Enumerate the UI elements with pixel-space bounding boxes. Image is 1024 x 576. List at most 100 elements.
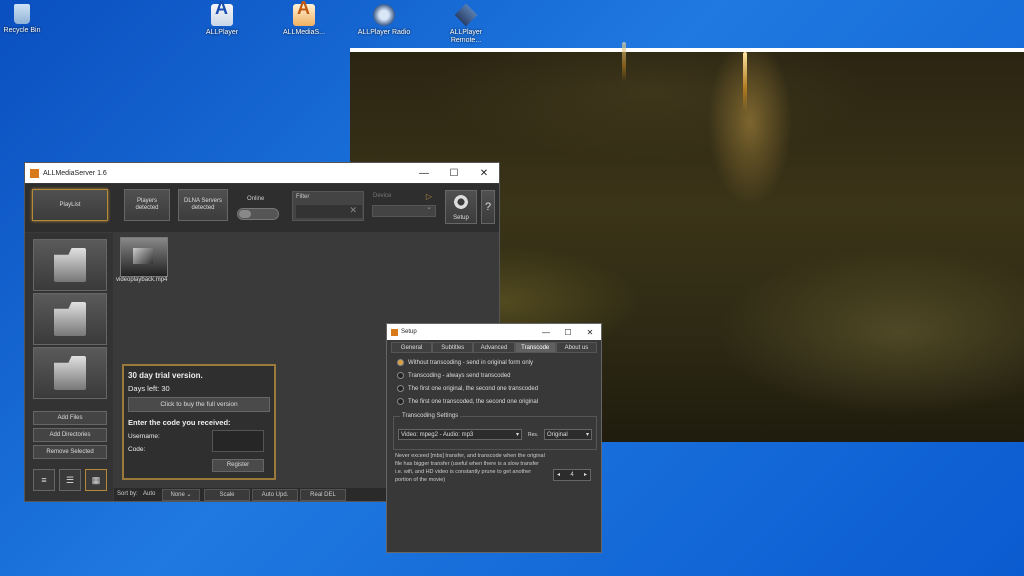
- dlna-servers-button[interactable]: DLNA Servers detected: [178, 189, 228, 221]
- transcode-option-none[interactable]: Without transcoding - send in original f…: [397, 359, 533, 366]
- sort-auto-value[interactable]: Auto: [143, 491, 155, 497]
- option-label: Without transcoding - send in original f…: [408, 360, 534, 367]
- transfer-limit-stepper[interactable]: ◂ 4 ▸: [553, 469, 591, 481]
- code-heading: Enter the code you received:: [128, 418, 231, 427]
- torch-light: [743, 52, 747, 112]
- desktop-icon-label: ALLPlayer Remote...: [449, 29, 483, 44]
- tab-transcode[interactable]: Transcode: [514, 342, 556, 353]
- grid-view-button[interactable]: ▦: [85, 469, 107, 491]
- radio-selected-icon: [397, 359, 404, 366]
- desktop-icon-allmediaserver[interactable]: ALLMediaS...: [276, 4, 332, 37]
- desktop-icon-allplayer[interactable]: ALLPlayer: [194, 4, 250, 37]
- tab-about-us[interactable]: About us: [555, 342, 598, 353]
- playlist-button[interactable]: PlayList: [32, 189, 108, 221]
- filter-box: Filter ✕: [292, 191, 364, 221]
- radio-icon: [397, 385, 404, 392]
- desktop-icon-recycle-bin[interactable]: Recycle Bin: [0, 4, 50, 35]
- video-codec-select[interactable]: Video: mpeg2 - Audio: mp3 ▾: [398, 429, 522, 440]
- trial-heading: 30 day trial version.: [128, 371, 203, 380]
- real-delete-button[interactable]: Real DEL: [300, 489, 346, 501]
- tab-subtitles[interactable]: Subtitles: [432, 342, 474, 353]
- allplayer-icon: [211, 4, 233, 26]
- detail-view-button[interactable]: ☰: [59, 469, 81, 491]
- setup-close-button[interactable]: ✕: [579, 328, 601, 337]
- option-label: The first one original, the second one t…: [408, 386, 539, 393]
- resolution-select[interactable]: Original ▾: [544, 429, 592, 440]
- register-button[interactable]: Register: [212, 459, 264, 472]
- video-folder-icon: [54, 248, 86, 282]
- tab-advanced[interactable]: Advanced: [473, 342, 515, 353]
- video-folder-button[interactable]: [33, 239, 107, 291]
- sort-none-select[interactable]: None ⌄: [162, 489, 200, 501]
- resolution-label: Res.: [528, 432, 539, 438]
- desktop-icon-allplayer-remote[interactable]: ALLPlayer Remote...: [438, 3, 494, 45]
- close-button[interactable]: ✕: [469, 168, 499, 179]
- resolution-value: Original: [547, 432, 568, 438]
- desktop-icon-label: ALLMediaS...: [282, 29, 326, 36]
- remote-icon: [454, 3, 478, 27]
- transcode-option-transcoded-first[interactable]: The first one transcoded, the second one…: [397, 398, 538, 405]
- chevron-down-icon: ▾: [585, 432, 589, 438]
- setup-label: Setup: [453, 215, 469, 221]
- stepper-value: 4: [570, 472, 574, 478]
- add-files-button[interactable]: Add Files: [33, 411, 107, 425]
- app-title: ALLMediaServer 1.6: [43, 169, 107, 177]
- list-view-button[interactable]: ≡: [33, 469, 55, 491]
- players-detected-button[interactable]: Players detected: [124, 189, 170, 221]
- remove-selected-button[interactable]: Remove Selected: [33, 445, 107, 459]
- radio-icon: [373, 4, 395, 26]
- code-label: Code:: [128, 446, 146, 453]
- play-icon[interactable]: ▷: [426, 192, 432, 201]
- transcoding-settings-label: Transcoding Settings: [400, 413, 461, 419]
- chevron-down-icon: ⌄: [426, 204, 432, 211]
- auto-update-button[interactable]: Auto Upd.: [252, 489, 298, 501]
- photo-folder-button[interactable]: [33, 347, 107, 399]
- add-directories-button[interactable]: Add Directories: [33, 428, 107, 442]
- filter-label: Filter: [296, 194, 310, 200]
- music-folder-button[interactable]: [33, 293, 107, 345]
- desktop-icon-label: Recycle Bin: [3, 27, 41, 34]
- gear-icon: [453, 194, 469, 210]
- app-toolbar: PlayList Players detected DLNA Servers d…: [25, 184, 499, 232]
- increment-icon[interactable]: ▸: [584, 470, 587, 480]
- media-filename: videoplayback.mp4: [116, 277, 168, 283]
- setup-logo-icon: [391, 328, 398, 336]
- media-thumbnail[interactable]: [120, 237, 168, 277]
- minimize-button[interactable]: —: [409, 168, 439, 179]
- days-left: Days left: 30: [128, 384, 170, 393]
- online-toggle[interactable]: [237, 208, 279, 220]
- setup-title: Setup: [401, 329, 417, 335]
- transcode-option-original-first[interactable]: The first one original, the second one t…: [397, 385, 538, 392]
- desktop-icon-label: ALLPlayer: [205, 29, 239, 36]
- radio-icon: [397, 398, 404, 405]
- transcode-option-always[interactable]: Transcoding - always send transcoded: [397, 372, 511, 379]
- option-label: Transcoding - always send transcoded: [408, 373, 511, 380]
- setup-dialog: Setup — ☐ ✕ General Subtitles Advanced T…: [386, 323, 602, 553]
- clear-filter-icon[interactable]: ✕: [349, 205, 357, 216]
- tab-general[interactable]: General: [391, 342, 433, 353]
- setup-maximize-button[interactable]: ☐: [557, 328, 579, 337]
- trial-panel: 30 day trial version. Days left: 30 Clic…: [122, 364, 276, 480]
- sort-by-label: Sort by:: [117, 491, 138, 497]
- torch-light: [622, 42, 626, 82]
- desktop-icon-label: ALLPlayer Radio: [357, 29, 411, 36]
- username-code-input[interactable]: [212, 430, 264, 452]
- app-logo-icon: [30, 168, 39, 178]
- photo-folder-icon: [54, 356, 86, 390]
- online-label: Online: [247, 196, 265, 202]
- maximize-button[interactable]: ☐: [439, 168, 469, 179]
- decrement-icon[interactable]: ◂: [557, 470, 560, 480]
- chevron-down-icon: ▾: [515, 432, 519, 438]
- setup-button[interactable]: Setup: [445, 190, 477, 224]
- help-button[interactable]: ?: [481, 190, 495, 224]
- desktop-icon-allplayer-radio[interactable]: ALLPlayer Radio: [356, 4, 412, 37]
- setup-minimize-button[interactable]: —: [535, 328, 557, 337]
- radio-icon: [397, 372, 404, 379]
- sort-none-value: None: [170, 492, 185, 498]
- video-codec-value: Video: mpeg2 - Audio: mp3: [401, 432, 474, 438]
- setup-titlebar: Setup — ☐ ✕: [387, 324, 601, 340]
- setup-tabs: General Subtitles Advanced Transcode Abo…: [391, 342, 598, 353]
- buy-full-version-button[interactable]: Click to buy the full version: [128, 397, 270, 412]
- scale-button[interactable]: Scale: [204, 489, 250, 501]
- device-label: Device: [373, 193, 392, 199]
